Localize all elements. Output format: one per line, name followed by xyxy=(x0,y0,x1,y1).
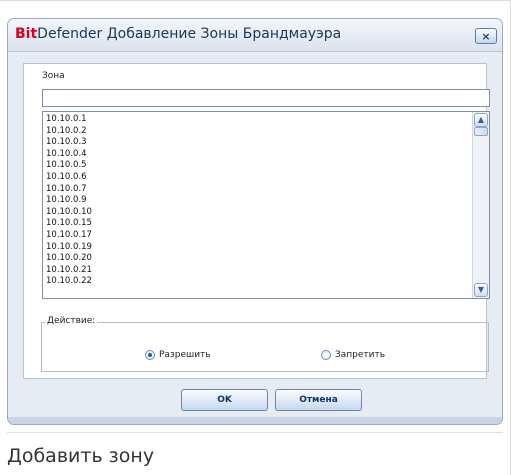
caption: Добавить зону xyxy=(7,445,155,467)
add-firewall-zone-dialog: BitDefender Добавление Зоны Брандмауэра … xyxy=(7,18,503,425)
ip-list-item[interactable]: 10.10.0.2 xyxy=(46,126,92,138)
ip-list-item[interactable]: 10.10.0.5 xyxy=(46,160,92,172)
scroll-down-button[interactable]: ▼ xyxy=(474,283,488,297)
ip-list-item[interactable]: 10.10.0.20 xyxy=(46,253,92,265)
chevron-up-icon: ▲ xyxy=(477,115,485,124)
scroll-up-button[interactable]: ▲ xyxy=(474,113,488,127)
caption-divider xyxy=(7,432,503,433)
close-icon: × xyxy=(481,30,491,43)
close-button[interactable]: × xyxy=(475,28,497,44)
brand-defender: Defender xyxy=(37,26,103,42)
scroll-thumb[interactable] xyxy=(474,127,488,136)
ip-list-item[interactable]: 10.10.0.22 xyxy=(46,276,92,288)
zone-label: Зона xyxy=(42,71,65,81)
list-scrollbar[interactable]: ▲ ▼ xyxy=(472,112,489,298)
ip-list-item[interactable]: 10.10.0.17 xyxy=(46,230,92,242)
action-legend: Действие: xyxy=(45,316,98,326)
ip-list-item[interactable]: 10.10.0.19 xyxy=(46,242,92,254)
ip-list-item[interactable]: 10.10.0.3 xyxy=(46,137,92,149)
ip-list-item[interactable]: 10.10.0.10 xyxy=(46,207,92,219)
allow-option[interactable]: Разрешить xyxy=(145,344,211,363)
zone-input[interactable] xyxy=(42,89,490,107)
page-top-border xyxy=(0,0,511,1)
deny-option[interactable]: Запретить xyxy=(321,344,385,363)
deny-radio[interactable] xyxy=(321,349,331,360)
dialog-footer xyxy=(8,417,502,424)
ip-address-list[interactable]: 10.10.0.1 10.10.0.2 10.10.0.3 10.10.0.4 10.1… xyxy=(42,111,490,299)
dialog-title-text: Добавление Зоны Брандмауэра xyxy=(102,26,342,42)
ip-list-item[interactable]: 10.10.0.4 xyxy=(46,149,92,161)
chevron-down-icon: ▼ xyxy=(477,285,485,294)
ip-list-rows: 10.10.0.1 10.10.0.2 10.10.0.3 10.10.0.4 10.1… xyxy=(46,114,92,288)
ip-list-item[interactable]: 10.10.0.6 xyxy=(46,172,92,184)
dialog-title: BitDefender Добавление Зоны Брандмауэра xyxy=(15,26,341,42)
allow-label: Разрешить xyxy=(159,349,211,360)
brand-bit: Bit xyxy=(15,26,38,42)
allow-radio[interactable] xyxy=(145,349,155,360)
ip-list-item[interactable]: 10.10.0.9 xyxy=(46,195,92,207)
ok-button[interactable]: OK xyxy=(181,389,268,411)
ip-list-item[interactable]: 10.10.0.21 xyxy=(46,265,92,277)
ip-list-item[interactable]: 10.10.0.7 xyxy=(46,184,92,196)
deny-label: Запретить xyxy=(335,349,386,360)
ip-list-item[interactable]: 10.10.0.15 xyxy=(46,218,92,230)
action-group: Действие: Разрешить Запретить xyxy=(41,316,489,372)
dialog-content: Зона 10.10.0.1 10.10.0.2 10.10.0.3 10.10.0.… xyxy=(23,63,490,379)
title-bar: BitDefender Добавление Зоны Брандмауэра … xyxy=(8,19,502,52)
cancel-button[interactable]: Отмена xyxy=(275,389,362,411)
ip-list-item[interactable]: 10.10.0.1 xyxy=(46,114,92,126)
